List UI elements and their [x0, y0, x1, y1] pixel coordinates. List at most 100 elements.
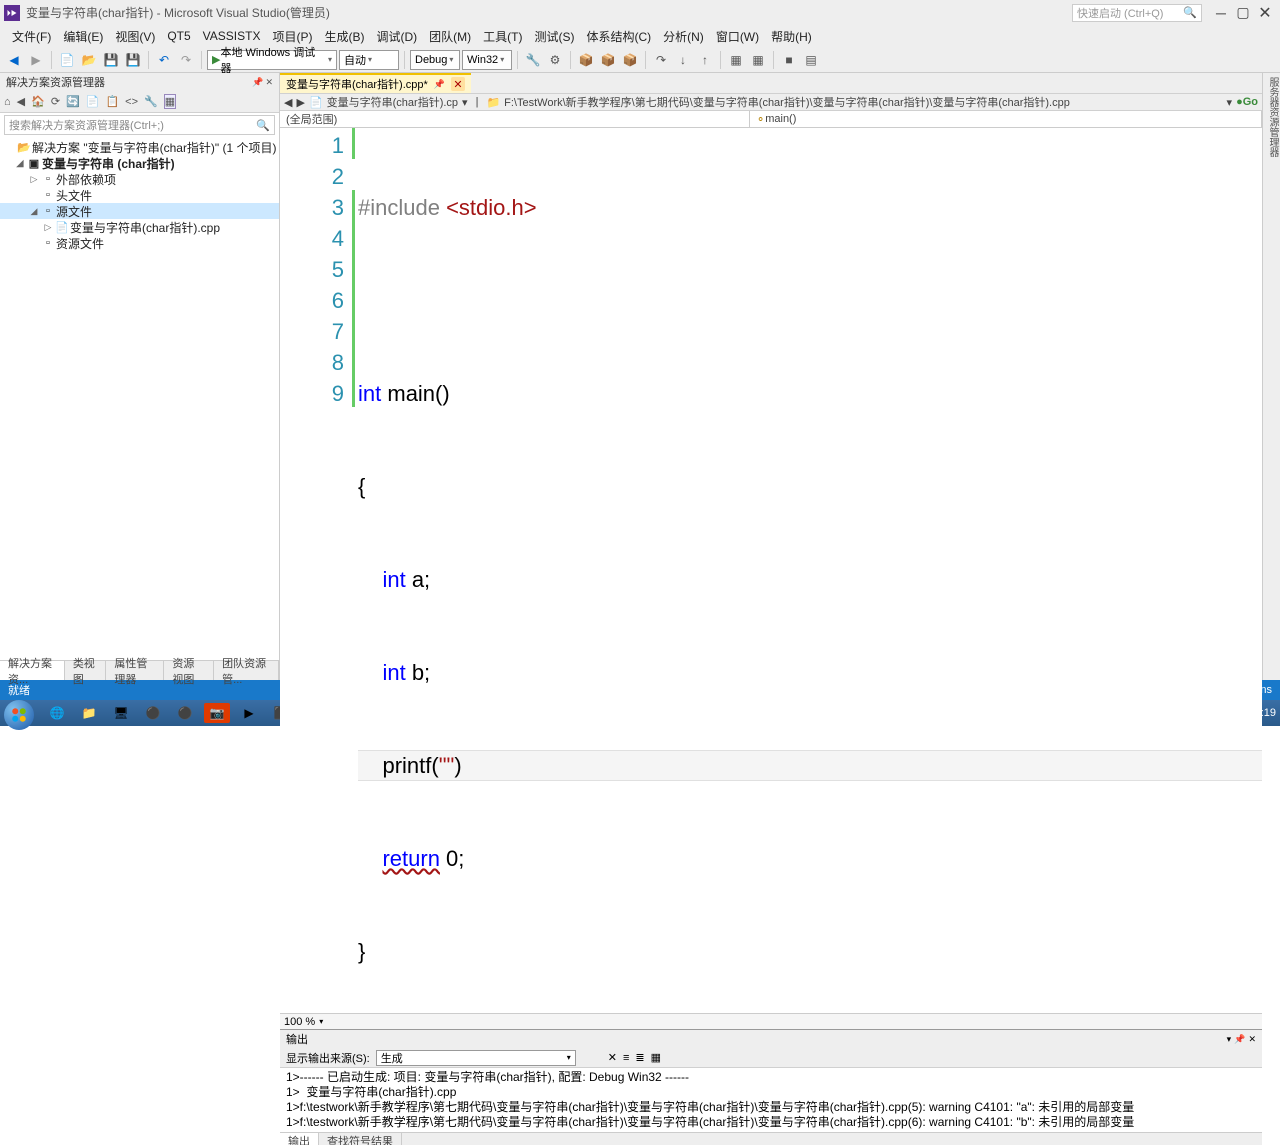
dropdown-icon[interactable]: ▾ — [1227, 1034, 1232, 1044]
toggle-icon[interactable]: ≡ — [623, 1052, 629, 1064]
menu-window[interactable]: 窗口(W) — [710, 26, 765, 47]
menu-vassistx[interactable]: VASSISTX — [197, 27, 267, 45]
tab-classview[interactable]: 类视图 — [65, 661, 107, 680]
menu-qt5[interactable]: QT5 — [161, 27, 196, 45]
resources-node[interactable]: ▫资源文件 — [0, 235, 279, 251]
output-title: 输出 — [286, 1031, 308, 1047]
show-all-icon[interactable]: ▦ — [164, 94, 176, 109]
menu-arch[interactable]: 体系结构(C) — [580, 26, 657, 47]
nav-fwd-button[interactable]: ▶ — [26, 50, 46, 70]
platform-combo[interactable]: Win32▾ — [462, 50, 512, 70]
toolbar-icon[interactable]: ■ — [779, 50, 799, 70]
quick-launch[interactable]: 快速启动 (Ctrl+Q)🔍 — [1072, 4, 1202, 22]
close-icon[interactable]: ✕ — [1248, 1034, 1256, 1044]
editor-tab[interactable]: 变量与字符串(char指针).cpp*📌✕ — [280, 73, 471, 93]
taskbar-app-icon[interactable]: ⚫ — [140, 703, 166, 723]
pin-icon[interactable]: 📌 — [1234, 1034, 1245, 1044]
taskbar-app-icon[interactable]: 📁 — [76, 703, 102, 723]
tab-team[interactable]: 团队资源管... — [214, 661, 279, 680]
new-project-button[interactable]: 📄 — [57, 50, 77, 70]
refresh-icon[interactable]: ⟳ — [51, 95, 60, 108]
toolbar-icon[interactable]: ▦ — [748, 50, 768, 70]
ext-deps-node[interactable]: ▷▫外部依赖项 — [0, 171, 279, 187]
taskbar-app-icon[interactable]: 🖥 — [108, 703, 134, 723]
minimize-button[interactable]: ─ — [1210, 4, 1232, 22]
menu-debug[interactable]: 调试(D) — [370, 26, 423, 47]
home-icon[interactable]: ⌂ — [4, 96, 11, 108]
toolbar-icon[interactable]: ▤ — [801, 50, 821, 70]
redo-button[interactable]: ↷ — [176, 50, 196, 70]
nav-crumb[interactable]: 变量与字符串(char指针).cp — [327, 94, 458, 110]
menu-team[interactable]: 团队(M) — [423, 26, 477, 47]
nav-back-button[interactable]: ◀ — [4, 50, 24, 70]
nav-fwd-icon[interactable]: ▶ — [296, 96, 304, 109]
pin-icon[interactable]: 📌 — [252, 77, 263, 88]
home2-icon[interactable]: 🏠 — [31, 95, 45, 108]
maximize-button[interactable]: ▢ — [1232, 4, 1254, 22]
scope-left[interactable]: (全局范围) — [280, 111, 750, 127]
close-button[interactable]: ✕ — [1254, 4, 1276, 22]
tab-solution[interactable]: 解决方案资... — [0, 661, 65, 680]
sync-icon[interactable]: 🔄 — [66, 95, 80, 108]
clear-icon[interactable]: ✕ — [608, 1051, 617, 1064]
step-out-icon[interactable]: ↑ — [695, 50, 715, 70]
toggle-icon[interactable]: ≣ — [635, 1051, 644, 1064]
solution-search[interactable]: 搜索解决方案资源管理器(Ctrl+;)🔍 — [4, 115, 275, 135]
taskbar-app-icon[interactable]: ▶ — [236, 703, 262, 723]
toolbar-icon[interactable]: 📦 — [576, 50, 596, 70]
solution-node[interactable]: 📂解决方案 "变量与字符串(char指针)" (1 个项目) — [0, 139, 279, 155]
save-button[interactable]: 💾 — [101, 50, 121, 70]
tab-resview[interactable]: 资源视图 — [164, 661, 214, 680]
tool-icon[interactable]: 📄 — [86, 95, 100, 108]
source-file-node[interactable]: ▷📄变量与字符串(char指针).cpp — [0, 219, 279, 235]
taskbar-app-icon[interactable]: ⚫ — [172, 703, 198, 723]
toolbar-icon[interactable]: 📦 — [620, 50, 640, 70]
code-editor[interactable]: 123456789 #include <stdio.h> int main() … — [280, 128, 1262, 1029]
menu-tools[interactable]: 工具(T) — [477, 26, 528, 47]
menu-edit[interactable]: 编辑(E) — [57, 26, 109, 47]
go-button[interactable]: ●Go — [1236, 96, 1258, 108]
menu-test[interactable]: 测试(S) — [528, 26, 580, 47]
config-combo[interactable]: Debug▾ — [410, 50, 460, 70]
toolbar-icon[interactable]: ⚙ — [545, 50, 565, 70]
menu-file[interactable]: 文件(F) — [6, 26, 57, 47]
close-tab-icon[interactable]: ✕ — [451, 77, 465, 91]
project-node[interactable]: ◢▣变量与字符串 (char指针) — [0, 155, 279, 171]
toolbar-icon[interactable]: ▦ — [726, 50, 746, 70]
step-over-icon[interactable]: ↷ — [651, 50, 671, 70]
menu-analyze[interactable]: 分析(N) — [657, 26, 710, 47]
taskbar-app-icon[interactable]: 📷 — [204, 703, 230, 723]
toolbar-icon[interactable]: 📦 — [598, 50, 618, 70]
undo-button[interactable]: ↶ — [154, 50, 174, 70]
start-button[interactable] — [4, 700, 38, 726]
scope-right[interactable]: ⚬ main() — [750, 111, 1262, 127]
code-content[interactable]: #include <stdio.h> int main() { int a; i… — [358, 128, 1262, 1029]
open-button[interactable]: 📂 — [79, 50, 99, 70]
pin-icon[interactable]: 📌 — [434, 79, 445, 90]
menu-view[interactable]: 视图(V) — [109, 26, 161, 47]
headers-node[interactable]: ▫头文件 — [0, 187, 279, 203]
auto-combo[interactable]: 自动▾ — [339, 50, 399, 70]
tool-icon[interactable]: 📋 — [105, 95, 119, 108]
save-all-button[interactable]: 💾 — [123, 50, 143, 70]
zoom-level[interactable]: 100 % ▾ — [280, 1013, 1262, 1029]
tab-output[interactable]: 输出 — [280, 1133, 319, 1145]
step-into-icon[interactable]: ↓ — [673, 50, 693, 70]
taskbar-ie-icon[interactable]: 🌐 — [44, 703, 70, 723]
tab-findsym[interactable]: 查找符号结果 — [319, 1133, 402, 1145]
output-text[interactable]: 1>------ 已启动生成: 项目: 变量与字符串(char指针), 配置: … — [280, 1068, 1262, 1132]
properties-icon[interactable]: 🔧 — [144, 95, 158, 108]
toolbar-icon[interactable]: 🔧 — [523, 50, 543, 70]
panel-close-icon[interactable]: ✕ — [265, 77, 273, 88]
tab-propmgr[interactable]: 属性管理器 — [106, 661, 164, 680]
debug-target[interactable]: ▶ 本地 Windows 调试器▾ — [207, 50, 337, 70]
toggle-icon[interactable]: ▦ — [651, 1051, 661, 1064]
menu-help[interactable]: 帮助(H) — [765, 26, 818, 47]
menu-build[interactable]: 生成(B) — [318, 26, 370, 47]
output-source-combo[interactable]: 生成▾ — [376, 1050, 576, 1066]
sources-node[interactable]: ◢▫源文件 — [0, 203, 279, 219]
tool-icon[interactable]: <> — [125, 96, 138, 108]
right-rail[interactable]: 服务器资源管理器 — [1262, 73, 1280, 680]
nav-back-icon[interactable]: ◀ — [284, 96, 292, 109]
back-icon[interactable]: ◀ — [17, 95, 25, 108]
